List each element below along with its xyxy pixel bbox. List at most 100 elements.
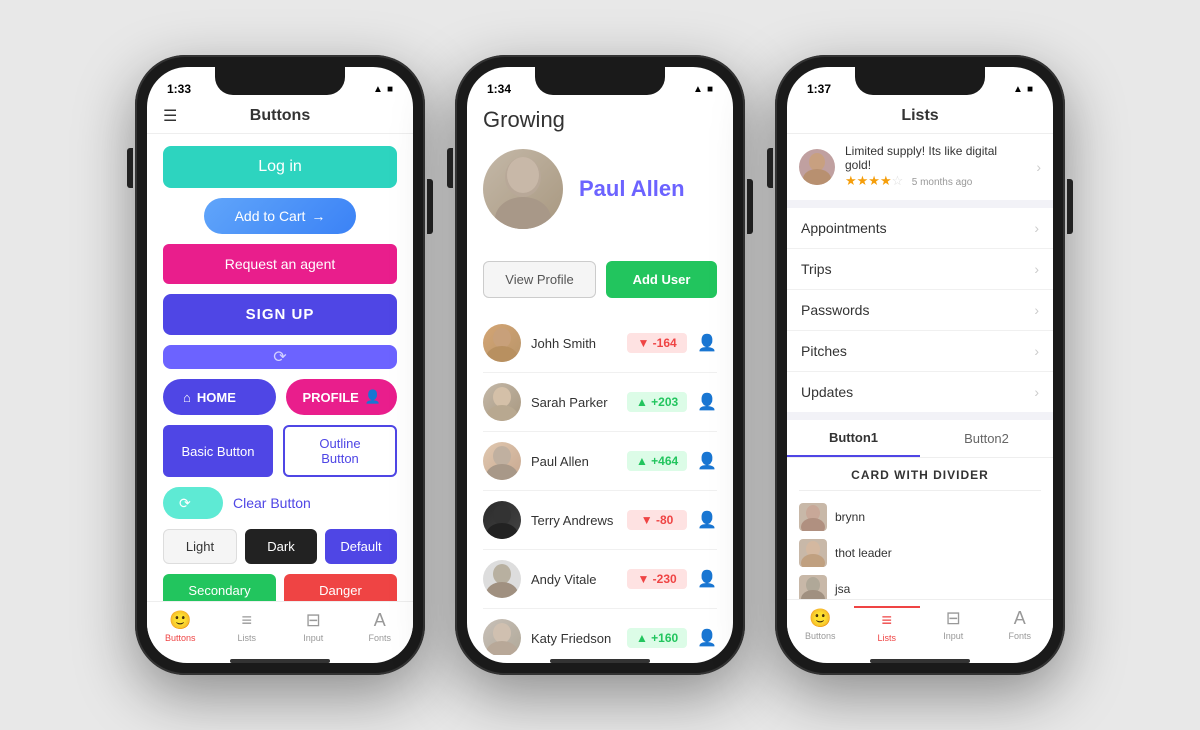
list-item[interactable]: Passwords › xyxy=(787,290,1053,331)
star-icon: ★★★★ xyxy=(845,173,892,188)
user-icon: 👤 xyxy=(697,628,717,648)
profile-name: Paul Allen xyxy=(579,176,685,202)
nav-lists-label: Lists xyxy=(237,633,256,643)
nav-fonts-label3: Fonts xyxy=(1008,631,1031,641)
card-user-row: jsa xyxy=(799,571,1041,599)
input-icon: ⊟ xyxy=(306,610,321,631)
user-score: ▲ +464 xyxy=(627,451,687,471)
user-icon: 👤 xyxy=(697,510,717,530)
toggle-button[interactable]: ⟳ xyxy=(163,487,223,519)
card-user-name: jsa xyxy=(835,582,850,596)
profile-label: PROFILE xyxy=(302,390,358,405)
battery-icon3: ■ xyxy=(1027,84,1033,95)
person-icon: 👤 xyxy=(365,389,381,405)
battery-icon2: ■ xyxy=(707,84,713,95)
review-card: Limited supply! Its like digital gold! ★… xyxy=(787,134,1053,200)
user-icon: 👤 xyxy=(697,392,717,412)
addcart-button[interactable]: Add to Cart → xyxy=(204,198,356,234)
list-item[interactable]: Updates › xyxy=(787,372,1053,412)
tab-button2[interactable]: Button2 xyxy=(920,420,1053,457)
spinner-icon: ⟳ xyxy=(179,495,191,512)
light-button[interactable]: Light xyxy=(163,529,237,564)
table-row: Sarah Parker ▲ +203 👤 xyxy=(483,373,717,432)
secondary-danger-row: Secondary Danger xyxy=(163,574,397,601)
list-section: Appointments › Trips › Passwords › Pitch… xyxy=(787,208,1053,412)
notch3 xyxy=(855,67,985,95)
basic-button[interactable]: Basic Button xyxy=(163,425,273,477)
loading-button[interactable] xyxy=(163,345,397,369)
chevron-icon: › xyxy=(1036,159,1041,175)
tabs-section: Button1 Button2 CARD WITH DIVIDER brynn xyxy=(787,420,1053,599)
tab-button1[interactable]: Button1 xyxy=(787,420,920,457)
default-button[interactable]: Default xyxy=(325,529,397,564)
signup-button[interactable]: SIGN UP xyxy=(163,294,397,335)
outline-button[interactable]: Outline Button xyxy=(283,425,397,477)
user-name: Katy Friedson xyxy=(531,631,617,646)
wifi-icon3: ▲ xyxy=(1013,84,1023,95)
bottom-nav3: 🙂 Buttons ≡ Lists ⊟ Input A Fonts xyxy=(787,599,1053,655)
emoji-icon3: 🙂 xyxy=(809,608,831,629)
card-user-name: brynn xyxy=(835,510,865,524)
clear-button[interactable]: Clear Button xyxy=(233,495,311,511)
user-icon: 👤 xyxy=(697,451,717,471)
avatar xyxy=(483,324,521,362)
nav-input[interactable]: ⊟ Input xyxy=(280,608,347,645)
nav-fonts3[interactable]: A Fonts xyxy=(987,606,1054,645)
empty-star-icon: ☆ xyxy=(892,173,904,188)
add-user-button[interactable]: Add User xyxy=(606,261,717,298)
avatar xyxy=(483,442,521,480)
view-profile-button[interactable]: View Profile xyxy=(483,261,596,298)
review-text: Limited supply! Its like digital gold! ★… xyxy=(845,144,1026,190)
list-icon: ≡ xyxy=(241,610,252,631)
login-button[interactable]: Log in xyxy=(163,146,397,188)
chevron-icon: › xyxy=(1034,220,1039,236)
side-button-right2 xyxy=(747,179,753,234)
list-item[interactable]: Pitches › xyxy=(787,331,1053,372)
nav-buttons3[interactable]: 🙂 Buttons xyxy=(787,606,854,645)
secondary-button[interactable]: Secondary xyxy=(163,574,276,601)
lists-content: Limited supply! Its like digital gold! ★… xyxy=(787,134,1053,599)
notch2 xyxy=(535,67,665,95)
updates-label: Updates xyxy=(801,384,1034,400)
signal-icon: ■ xyxy=(387,84,393,95)
nav-lists[interactable]: ≡ Lists xyxy=(214,608,281,645)
nav-input3[interactable]: ⊟ Input xyxy=(920,606,987,645)
profile-button[interactable]: PROFILE 👤 xyxy=(286,379,397,415)
side-buttons-left xyxy=(127,148,133,188)
nav-fonts[interactable]: A Fonts xyxy=(347,608,414,645)
growing-content: Paul Allen View Profile Add User Johh Sm… xyxy=(467,141,733,655)
table-row: Paul Allen ▲ +464 👤 xyxy=(483,432,717,491)
toggle-clear-row: ⟳ Clear Button xyxy=(163,487,397,519)
card-user-row: brynn xyxy=(799,499,1041,535)
home-icon: ⌂ xyxy=(183,390,191,405)
user-name: Andy Vitale xyxy=(531,572,617,587)
danger-button[interactable]: Danger xyxy=(284,574,397,601)
side-buttons-left2 xyxy=(447,148,453,188)
nav-buttons[interactable]: 🙂 Buttons xyxy=(147,608,214,645)
font-icon: A xyxy=(374,610,386,631)
home-bar xyxy=(230,659,330,663)
nav-input-label: Input xyxy=(303,633,323,643)
card-user-name: thot leader xyxy=(835,546,892,560)
user-name: Sarah Parker xyxy=(531,395,617,410)
tabs-row: Button1 Button2 xyxy=(787,420,1053,458)
nav-lists-label3: Lists xyxy=(877,633,896,643)
menu-icon[interactable]: ☰ xyxy=(163,106,177,126)
card-user-row: thot leader xyxy=(799,535,1041,571)
chevron-icon: › xyxy=(1034,384,1039,400)
side-button-right xyxy=(427,179,433,234)
user-icon: 👤 xyxy=(697,569,717,589)
lists-title: Lists xyxy=(901,107,938,125)
dark-button[interactable]: Dark xyxy=(245,529,317,564)
bottom-nav: 🙂 Buttons ≡ Lists ⊟ Input A Fonts xyxy=(147,601,413,655)
list-icon3: ≡ xyxy=(881,610,892,631)
nav-lists3[interactable]: ≡ Lists xyxy=(854,606,921,645)
phone-lists: 1:37 ▲ ■ Lists Limited supply! Its like … xyxy=(775,55,1065,675)
list-item[interactable]: Appointments › xyxy=(787,208,1053,249)
status-icons: ▲ ■ xyxy=(373,84,393,95)
user-icon: 👤 xyxy=(697,333,717,353)
list-item[interactable]: Trips › xyxy=(787,249,1053,290)
request-button[interactable]: Request an agent xyxy=(163,244,397,284)
home-button[interactable]: ⌂ HOME xyxy=(163,379,276,415)
wifi-icon2: ▲ xyxy=(693,84,703,95)
